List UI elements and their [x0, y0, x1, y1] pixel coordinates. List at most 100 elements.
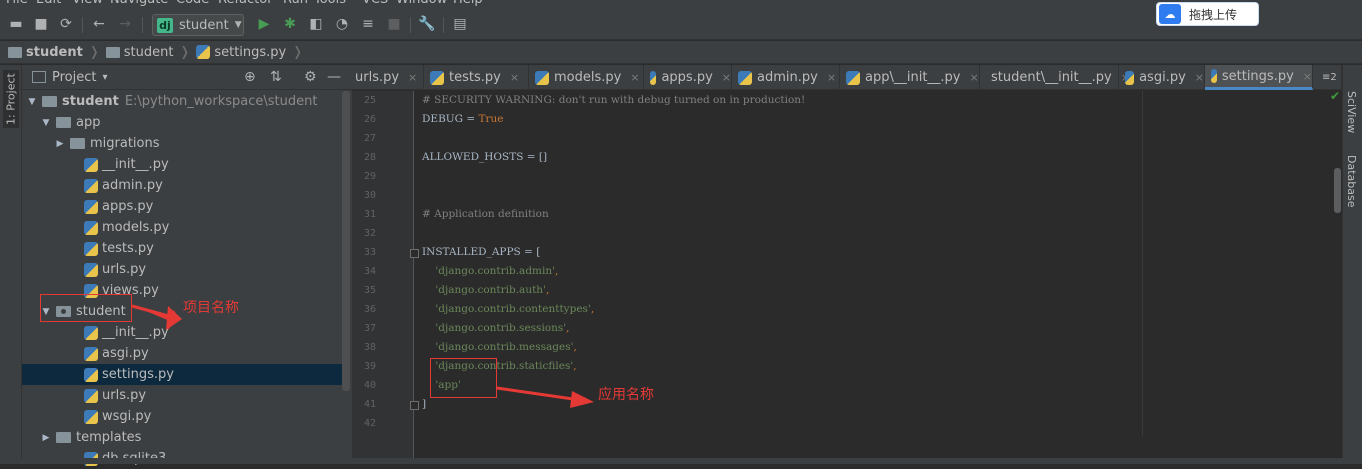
editor-tab[interactable]: app\__init__.py × [840, 65, 980, 90]
code-line[interactable]: 'django.contrib.auth', [422, 284, 1142, 296]
close-icon[interactable]: × [1195, 71, 1204, 84]
code-line[interactable]: 'app' [422, 379, 1142, 391]
database-tool-tab[interactable]: Database [1345, 155, 1358, 208]
close-icon[interactable]: × [970, 71, 979, 84]
database-console-icon[interactable]: ▤ [450, 14, 470, 34]
python-file-icon [84, 199, 98, 214]
fold-marker-icon[interactable] [410, 401, 419, 410]
tree-file[interactable]: __init__.py [22, 154, 342, 175]
tree-folder[interactable]: ▼ student E:\python_workspace\student [22, 91, 342, 112]
line-number: 26 [363, 114, 376, 125]
breadcrumb-file[interactable]: settings.py ❭ [196, 45, 303, 60]
menu-item-tools[interactable]: Tools [314, 0, 346, 7]
menu-item-vcs[interactable]: VCS [362, 0, 388, 7]
open-folder-icon[interactable]: ▬ [6, 14, 26, 34]
code-line[interactable]: ] [422, 398, 1142, 410]
menu-item-file[interactable]: File [6, 0, 28, 7]
wrench-icon[interactable]: 🔧 [417, 14, 437, 34]
close-icon[interactable]: × [408, 71, 417, 84]
collapse-all-icon[interactable]: ⇅ [270, 69, 282, 85]
tree-folder[interactable]: ▼ app [22, 112, 342, 133]
sync-icon[interactable]: ⟳ [56, 14, 76, 34]
tree-file[interactable]: models.py [22, 217, 342, 238]
code-line[interactable]: 'django.contrib.staticfiles', [422, 360, 1142, 372]
menu-item-view[interactable]: View [72, 0, 103, 7]
editor-tab[interactable]: admin.py × [732, 65, 840, 90]
chevron-down-icon[interactable]: ▾ [102, 72, 107, 83]
gear-icon[interactable]: ⚙ [304, 69, 317, 85]
tree-file[interactable]: wsgi.py [22, 406, 342, 427]
debug-icon[interactable]: ✱ [280, 14, 300, 34]
code-line[interactable]: # Application definition [422, 208, 1142, 220]
tree-file[interactable]: tests.py [22, 238, 342, 259]
editor-tab[interactable]: settings.py × [1205, 65, 1313, 90]
project-scrollbar[interactable] [342, 91, 350, 391]
code-line[interactable]: 'django.contrib.messages', [422, 341, 1142, 353]
tree-file[interactable]: asgi.py [22, 343, 342, 364]
tree-file[interactable]: urls.py [22, 385, 342, 406]
tab-label: app\__init__.py [865, 70, 961, 85]
tree-folder[interactable]: ▶ migrations [22, 133, 342, 154]
menu-item-help[interactable]: Help [453, 0, 483, 7]
expand-arrow-icon[interactable]: ▼ [40, 118, 52, 128]
hide-panel-icon[interactable]: — [327, 69, 341, 85]
status-strip [0, 458, 1362, 464]
breadcrumb-project[interactable]: student ❭ [8, 45, 100, 60]
baidu-upload-widget[interactable]: ☁ 拖拽上传 [1156, 2, 1259, 26]
inspection-ok-icon[interactable]: ✔ [1330, 89, 1340, 103]
editor-tab[interactable]: models.py × [529, 65, 644, 90]
editor-tab[interactable]: tests.py × [424, 65, 529, 90]
code-line[interactable]: 'django.contrib.admin', [422, 265, 1142, 277]
editor-scrollbar[interactable] [1334, 168, 1341, 213]
save-icon[interactable]: ■ [31, 14, 51, 34]
menu-item-run[interactable]: Run [283, 0, 308, 7]
menu-item-code[interactable]: Code [176, 0, 209, 7]
code-line[interactable]: DEBUG = True [422, 113, 1142, 125]
close-icon[interactable]: × [1303, 70, 1312, 83]
project-tool-tab[interactable]: 1: Project [3, 70, 19, 128]
menu-item-edit[interactable]: Edit [36, 0, 61, 7]
tree-file[interactable]: __init__.py [22, 322, 342, 343]
profile-icon[interactable]: ◔ [332, 14, 352, 34]
back-icon[interactable]: ← [89, 14, 109, 34]
code-line[interactable]: # SECURITY WARNING: don't run with debug… [422, 94, 1142, 106]
editor-tab[interactable]: urls.py × [349, 65, 424, 90]
code-line[interactable]: 'django.contrib.sessions', [422, 322, 1142, 334]
breadcrumb-package[interactable]: student ❭ [105, 45, 190, 60]
line-number: 34 [363, 266, 376, 277]
fold-marker-icon[interactable] [410, 249, 419, 258]
code-token: , [545, 284, 550, 296]
forward-icon[interactable]: → [115, 14, 135, 34]
close-icon[interactable]: × [630, 71, 639, 84]
tab-overflow-button[interactable]: ≡2 [1316, 65, 1342, 90]
editor-tab[interactable]: apps.py × [644, 65, 732, 90]
collapse-arrow-icon[interactable]: ▶ [40, 433, 52, 443]
code-line[interactable]: ALLOWED_HOSTS = [] [422, 151, 1142, 163]
tree-file[interactable]: admin.py [22, 175, 342, 196]
tree-folder[interactable]: ▶ templates [22, 427, 342, 448]
editor-tab[interactable]: asgi.py × [1119, 65, 1205, 90]
locate-icon[interactable]: ⊕ [244, 69, 256, 85]
code-line[interactable]: INSTALLED_APPS = [ [422, 246, 1142, 258]
code-line[interactable]: 'django.contrib.contenttypes', [422, 303, 1142, 315]
expand-arrow-icon[interactable]: ▼ [26, 97, 38, 107]
close-icon[interactable]: × [827, 71, 836, 84]
close-icon[interactable]: × [510, 71, 519, 84]
tree-file[interactable]: apps.py [22, 196, 342, 217]
tree-file[interactable]: urls.py [22, 259, 342, 280]
collapse-arrow-icon[interactable]: ▶ [54, 139, 66, 149]
run-config-select[interactable]: dj student ▼ [152, 14, 244, 36]
line-number: 28 [363, 152, 376, 163]
editor-tab[interactable]: student\__init__.py× [980, 65, 1130, 90]
tree-file[interactable]: settings.py [22, 364, 342, 385]
menu-item-refactor[interactable]: Refactor [218, 0, 273, 7]
project-panel-title[interactable]: Project [52, 70, 96, 85]
sciview-tool-tab[interactable]: SciView [1345, 91, 1358, 133]
close-icon[interactable]: × [722, 71, 731, 84]
menu-item-window[interactable]: Window [396, 0, 447, 7]
menu-item-navigate[interactable]: Navigate [110, 0, 168, 7]
coverage-icon[interactable]: ◧ [306, 14, 326, 34]
stop-icon[interactable]: ■ [384, 14, 404, 34]
run-icon[interactable]: ▶ [254, 14, 274, 34]
run-concurrency-icon[interactable]: ≡ [358, 14, 378, 34]
